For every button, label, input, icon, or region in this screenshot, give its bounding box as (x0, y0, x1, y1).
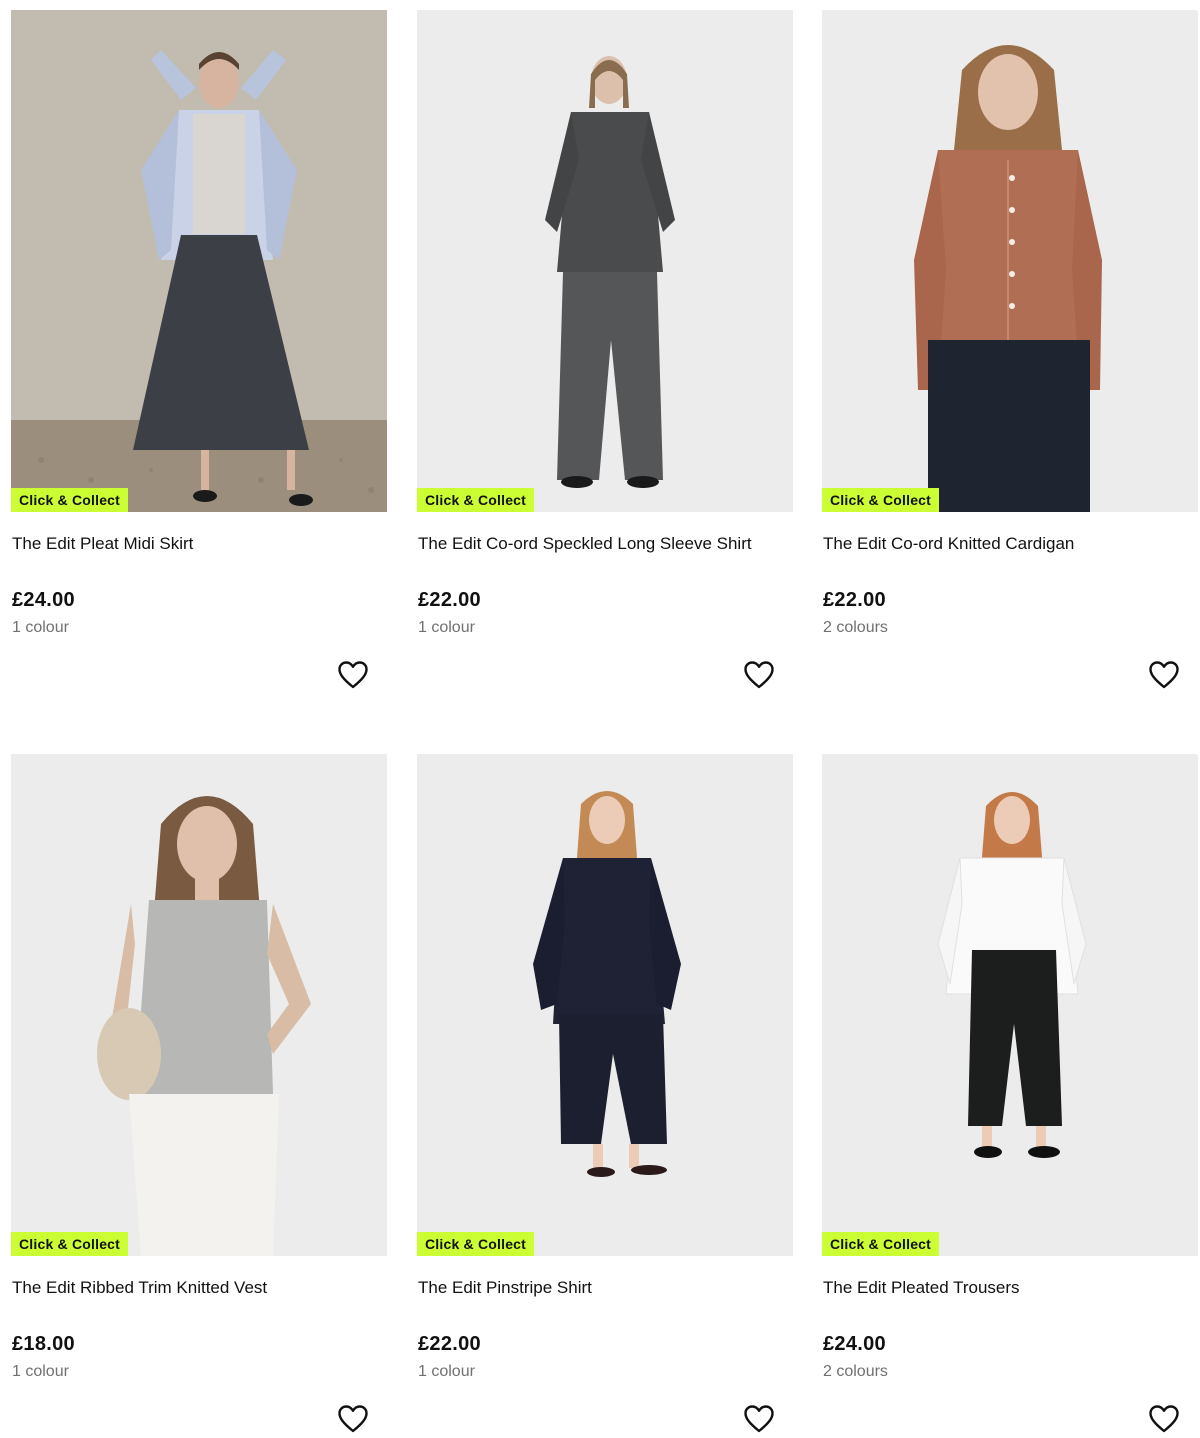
product-photo (11, 754, 387, 1256)
product-photo (417, 10, 793, 512)
product-image[interactable]: Click & Collect (822, 754, 1198, 1256)
product-photo (417, 754, 793, 1256)
product-colour-count: 1 colour (12, 619, 69, 636)
click-collect-badge: Click & Collect (11, 1232, 129, 1256)
product-colour-count: 2 colours (823, 1363, 888, 1380)
heart-outline-icon (744, 1405, 774, 1433)
product-photo (822, 754, 1198, 1256)
product-price: £22.00 (418, 589, 481, 611)
wishlist-button[interactable] (337, 1404, 369, 1434)
click-collect-badge: Click & Collect (11, 488, 129, 512)
product-image[interactable]: Click & Collect (417, 754, 793, 1256)
wishlist-button[interactable] (743, 1404, 775, 1434)
click-collect-badge: Click & Collect (822, 488, 940, 512)
product-card[interactable]: Click & Collect The Edit Pinstripe Shirt… (417, 754, 793, 1438)
product-card[interactable]: Click & Collect The Edit Co-ord Speckled… (417, 10, 793, 710)
product-title[interactable]: The Edit Pinstripe Shirt (418, 1278, 592, 1298)
product-photo (822, 10, 1198, 512)
product-colour-count: 1 colour (12, 1363, 69, 1380)
product-colour-count: 1 colour (418, 1363, 475, 1380)
product-card[interactable]: Click & Collect The Edit Ribbed Trim Kni… (11, 754, 387, 1438)
wishlist-button[interactable] (743, 660, 775, 690)
product-grid: Click & Collect The Edit Pleat Midi Skir… (0, 0, 1200, 1438)
product-colour-count: 1 colour (418, 619, 475, 636)
product-price: £24.00 (12, 589, 75, 611)
product-card[interactable]: Click & Collect The Edit Pleated Trouser… (822, 754, 1198, 1438)
product-title[interactable]: The Edit Pleated Trousers (823, 1278, 1020, 1298)
heart-outline-icon (1149, 661, 1179, 689)
product-colour-count: 2 colours (823, 619, 888, 636)
wishlist-button[interactable] (1148, 660, 1180, 690)
wishlist-button[interactable] (337, 660, 369, 690)
product-price: £22.00 (418, 1333, 481, 1355)
heart-outline-icon (744, 661, 774, 689)
product-image[interactable]: Click & Collect (822, 10, 1198, 512)
product-image[interactable]: Click & Collect (11, 754, 387, 1256)
product-title[interactable]: The Edit Ribbed Trim Knitted Vest (12, 1278, 267, 1298)
product-price: £22.00 (823, 589, 886, 611)
click-collect-badge: Click & Collect (822, 1232, 940, 1256)
wishlist-button[interactable] (1148, 1404, 1180, 1434)
product-image[interactable]: Click & Collect (11, 10, 387, 512)
product-price: £24.00 (823, 1333, 886, 1355)
click-collect-badge: Click & Collect (417, 488, 535, 512)
heart-outline-icon (1149, 1405, 1179, 1433)
product-price: £18.00 (12, 1333, 75, 1355)
product-title[interactable]: The Edit Co-ord Speckled Long Sleeve Shi… (418, 534, 752, 554)
heart-outline-icon (338, 1405, 368, 1433)
product-image[interactable]: Click & Collect (417, 10, 793, 512)
product-title[interactable]: The Edit Co-ord Knitted Cardigan (823, 534, 1074, 554)
product-card[interactable]: Click & Collect The Edit Pleat Midi Skir… (11, 10, 387, 710)
heart-outline-icon (338, 661, 368, 689)
product-photo (11, 10, 387, 512)
product-card[interactable]: Click & Collect The Edit Co-ord Knitted … (822, 10, 1198, 710)
product-title[interactable]: The Edit Pleat Midi Skirt (12, 534, 193, 554)
click-collect-badge: Click & Collect (417, 1232, 535, 1256)
